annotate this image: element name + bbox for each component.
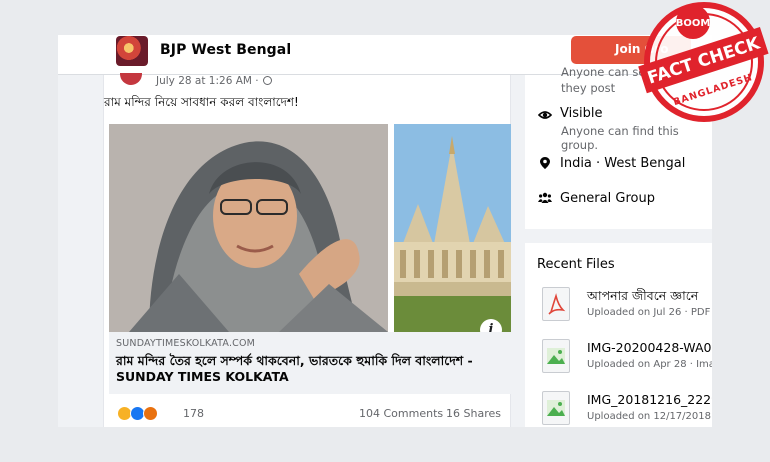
pdf-icon[interactable] <box>542 287 570 321</box>
angry-icon <box>143 406 158 421</box>
temple-photo-art <box>394 124 511 332</box>
temple-photo[interactable] <box>394 124 511 332</box>
privacy-description-line2: they post <box>561 81 616 95</box>
politician-photo-art <box>109 124 388 332</box>
post-text: রাম মন্দির নিয়ে সাবধান করল বাংলাদেশ! <box>104 95 299 109</box>
file-name[interactable]: IMG_20181216_2229 <box>587 392 712 407</box>
eye-icon <box>538 111 552 119</box>
shares-count[interactable]: 16 Shares <box>446 407 501 420</box>
author-avatar[interactable] <box>120 73 142 85</box>
group-avatar[interactable] <box>116 36 148 66</box>
image-file-icon[interactable] <box>542 391 570 425</box>
recent-files-card: Recent Files আপনার জীবনে জ্ঞানে Uploaded… <box>525 243 712 427</box>
file-meta: Uploaded on Apr 28 · Image <box>587 359 712 370</box>
post-card: July 28 at 1:26 AM · রাম মন্দির নিয়ে সা… <box>103 73 511 427</box>
link-preview[interactable]: SUNDAYTIMESKOLKATA.COM রাম মন্দির তৈর হল… <box>109 332 511 394</box>
post-timestamp[interactable]: July 28 at 1:26 AM · <box>156 75 272 87</box>
reaction-count[interactable]: 178 <box>183 407 204 420</box>
file-name[interactable]: আপনার জীবনে জ্ঞানে <box>587 288 698 308</box>
people-icon <box>538 192 552 203</box>
location-pin-icon <box>540 157 550 169</box>
fact-check-stamp: BOOM FACT CHECK BANGLADESH <box>638 2 769 122</box>
post-timestamp-text[interactable]: July 28 at 1:26 AM · <box>156 75 259 87</box>
group-name[interactable]: BJP West Bengal <box>160 42 291 58</box>
comments-count[interactable]: 104 Comments <box>359 407 443 420</box>
file-name[interactable]: IMG-20200428-WA0 <box>587 340 711 355</box>
group-type: General Group <box>560 191 655 206</box>
recent-files-heading: Recent Files <box>537 257 615 272</box>
link-domain: SUNDAYTIMESKOLKATA.COM <box>116 338 256 349</box>
visible-title: Visible <box>560 106 603 121</box>
visible-description: Anyone can find this group. <box>561 124 679 152</box>
location: India · West Bengal <box>560 156 686 171</box>
file-meta: Uploaded on Jul 26 · PDF <box>587 307 711 318</box>
link-preview-images[interactable]: i <box>109 124 511 341</box>
stamp-top-text: BOOM <box>676 18 711 29</box>
image-glyph <box>547 348 565 364</box>
globe-icon <box>262 76 272 85</box>
pdf-glyph <box>548 293 566 315</box>
image-glyph <box>547 400 565 416</box>
link-title[interactable]: রাম মন্দির তৈর হলে সম্পর্ক থাকবেনা, ভারত… <box>116 353 506 385</box>
facebook-group-screenshot: BJP West Bengal Join Gro July 28 at 1:26… <box>58 35 712 427</box>
file-meta: Uploaded on 12/17/2018 · <box>587 411 712 422</box>
image-file-icon[interactable] <box>542 339 570 373</box>
politician-photo[interactable] <box>109 124 388 332</box>
